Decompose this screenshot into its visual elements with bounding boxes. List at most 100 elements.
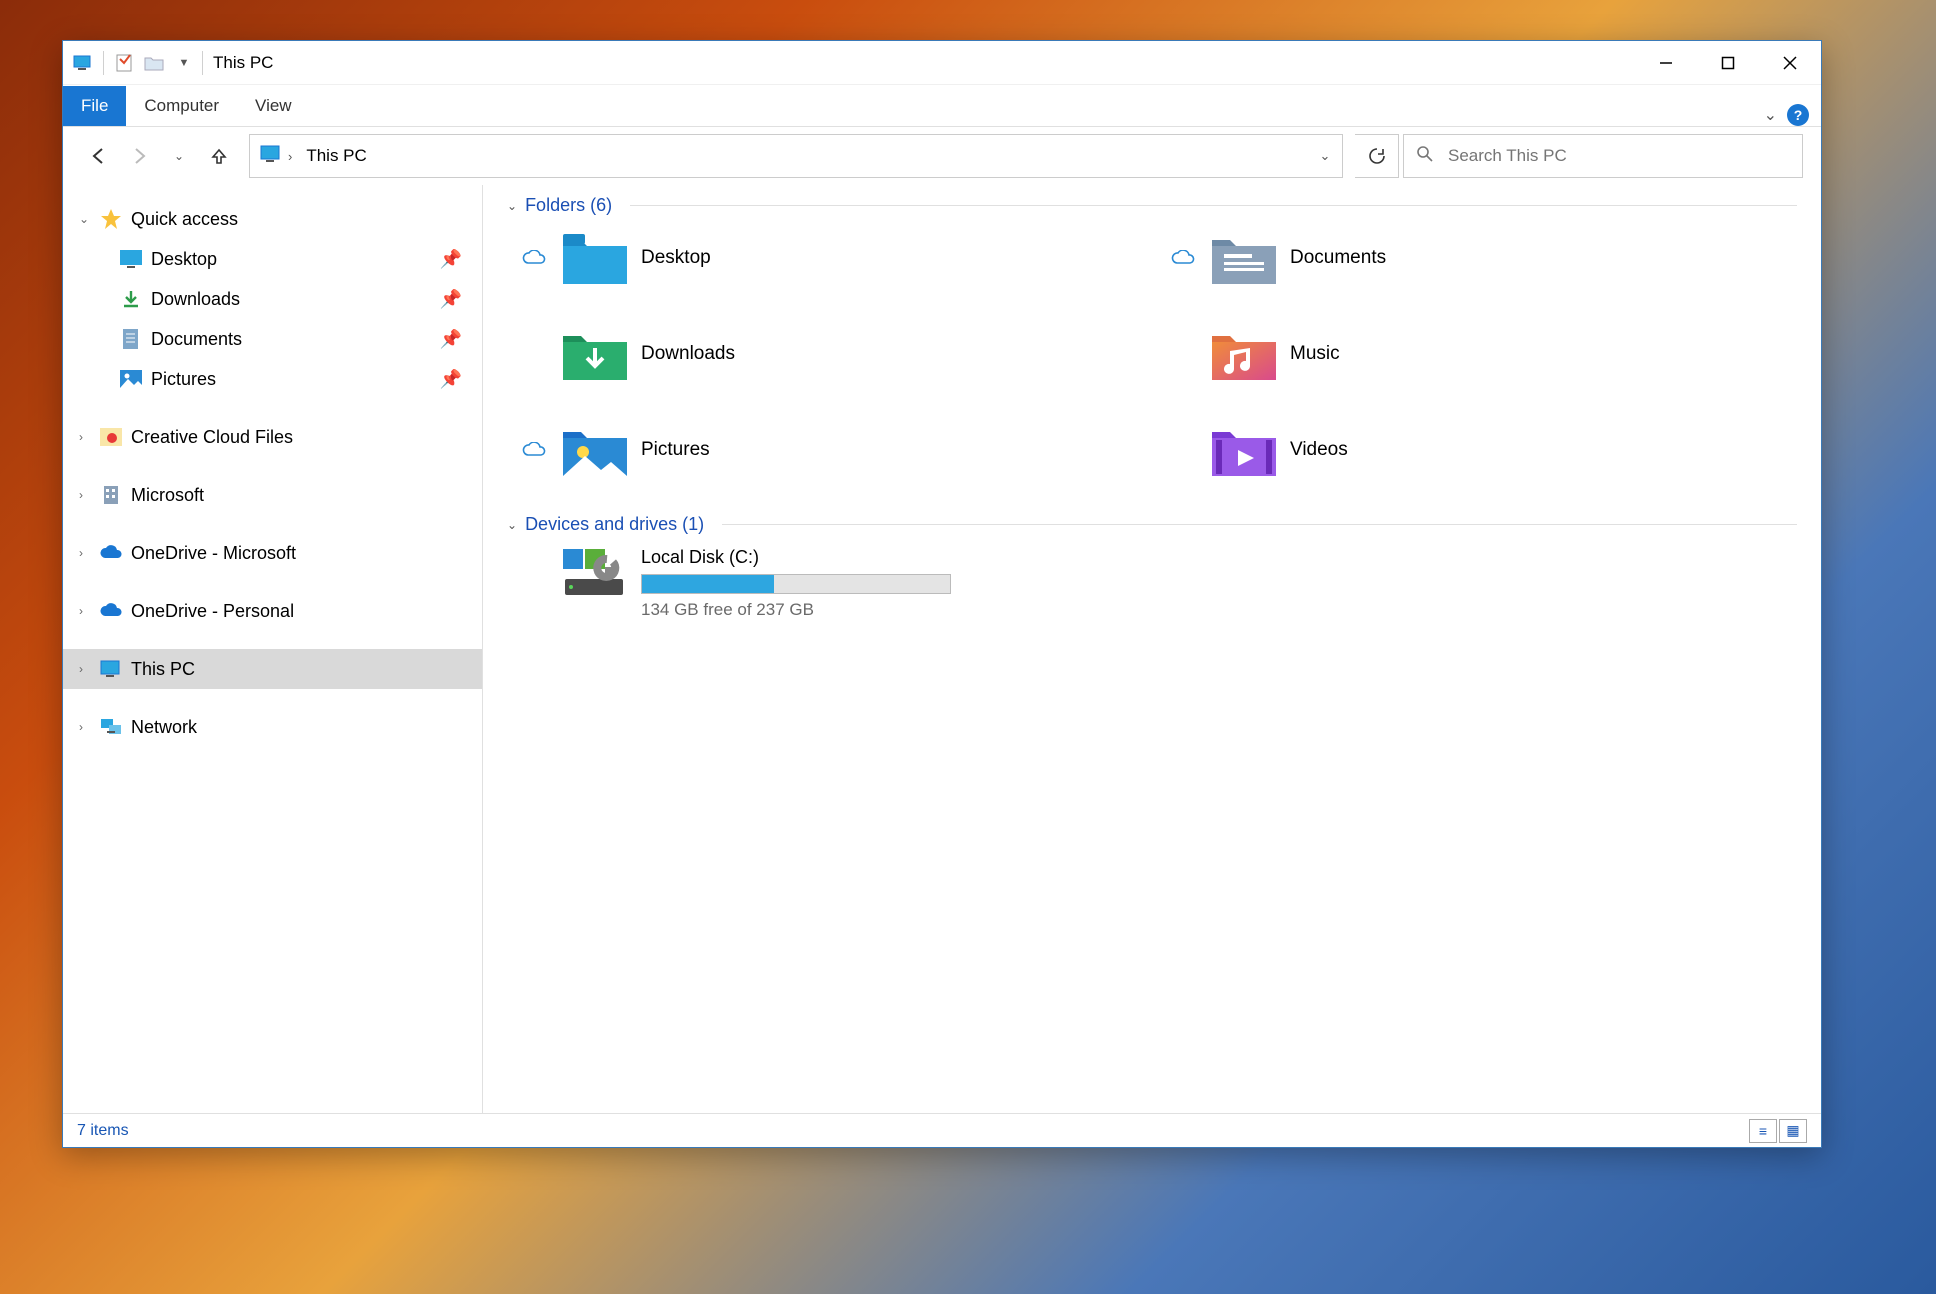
nav-bar: ⌄ › This PC ⌄ [63,127,1821,185]
pin-icon[interactable]: 📌 [440,289,462,310]
desktop-icon [119,247,143,271]
folder-label: Downloads [641,343,735,365]
tree-label: Microsoft [131,485,204,506]
folder-label: Music [1290,343,1340,365]
tree-pictures[interactable]: Pictures 📌 [63,359,482,399]
chevron-down-icon[interactable]: ⌄ [507,518,517,532]
cloud-status-icon [519,442,549,458]
address-icon [260,145,282,168]
back-button[interactable] [81,138,117,174]
folder-desktop[interactable]: Desktop [519,228,1148,288]
app-icon [69,49,97,77]
view-switcher: ≡ ▦ [1749,1119,1807,1143]
status-item-count: 7 items [77,1122,129,1140]
tree-label: Creative Cloud Files [131,427,293,448]
drive-icon [561,547,627,599]
folder-downloads[interactable]: Downloads [519,324,1148,384]
pin-icon[interactable]: 📌 [440,369,462,390]
forward-button[interactable] [121,138,157,174]
up-button[interactable] [201,138,237,174]
folder-documents[interactable]: Documents [1168,228,1797,288]
maximize-button[interactable] [1697,41,1759,85]
address-dropdown-icon[interactable]: ⌄ [1308,135,1342,177]
tree-documents[interactable]: Documents 📌 [63,319,482,359]
recent-locations-button[interactable]: ⌄ [161,138,197,174]
this-pc-icon [99,657,123,681]
building-icon [99,483,123,507]
pin-icon[interactable]: 📌 [440,329,462,350]
group-title: Folders (6) [525,195,612,216]
refresh-button[interactable] [1355,134,1399,178]
caret-right-icon[interactable]: › [79,720,95,734]
cloud-icon [99,599,123,623]
tree-label: Documents [151,329,242,350]
folder-label: Desktop [641,247,711,269]
breadcrumb-separator-icon[interactable]: › [288,149,292,164]
ribbon-right: ⌄ ? [1764,104,1821,126]
address-text[interactable]: This PC [306,146,366,166]
folder-label: Documents [1290,247,1386,269]
separator [202,51,203,75]
pin-icon[interactable]: 📌 [440,249,462,270]
details-view-button[interactable]: ≡ [1749,1119,1777,1143]
network-icon [99,715,123,739]
downloads-folder-icon [561,326,629,382]
tree-onedrive-microsoft[interactable]: › OneDrive - Microsoft [63,533,482,573]
tab-view[interactable]: View [237,86,310,126]
tree-label: Desktop [151,249,217,270]
large-icons-view-button[interactable]: ▦ [1779,1119,1807,1143]
new-folder-icon[interactable] [140,49,168,77]
folder-videos[interactable]: Videos [1168,420,1797,480]
tree-downloads[interactable]: Downloads 📌 [63,279,482,319]
body: ⌄ Quick access Desktop 📌 Downloads 📌 Doc… [63,185,1821,1113]
tree-this-pc[interactable]: › This PC [63,649,482,689]
document-icon [119,327,143,351]
pictures-folder-icon [561,422,629,478]
separator [630,205,1797,206]
file-explorer-window: ▼ This PC File Computer View ⌄ ? ⌄ › Thi… [62,40,1822,1148]
group-devices-header[interactable]: ⌄ Devices and drives (1) [507,514,1797,535]
tree-creative-cloud[interactable]: › Creative Cloud Files [63,417,482,457]
tree-quick-access[interactable]: ⌄ Quick access [63,199,482,239]
properties-icon[interactable] [110,49,138,77]
tree-network[interactable]: › Network [63,707,482,747]
drive-local-c[interactable]: Local Disk (C:) 134 GB free of 237 GB [561,547,1797,620]
search-box[interactable] [1403,134,1803,178]
download-icon [119,287,143,311]
tree-label: Network [131,717,197,738]
navigation-pane: ⌄ Quick access Desktop 📌 Downloads 📌 Doc… [63,185,483,1113]
drive-usage-bar [641,574,951,594]
caret-right-icon[interactable]: › [79,604,95,618]
star-icon [99,207,123,231]
chevron-down-icon[interactable]: ⌄ [507,199,517,213]
tree-onedrive-personal[interactable]: › OneDrive - Personal [63,591,482,631]
close-button[interactable] [1759,41,1821,85]
tree-label: OneDrive - Personal [131,601,294,622]
tree-label: Downloads [151,289,240,310]
address-bar[interactable]: › This PC ⌄ [249,134,1343,178]
tab-computer[interactable]: Computer [126,86,237,126]
tab-file[interactable]: File [63,86,126,126]
group-folders-header[interactable]: ⌄ Folders (6) [507,195,1797,216]
search-input[interactable] [1448,146,1790,166]
drive-free-text: 134 GB free of 237 GB [641,600,951,620]
caret-right-icon[interactable]: › [79,546,95,560]
caret-down-icon[interactable]: ⌄ [79,212,95,226]
caret-right-icon[interactable]: › [79,430,95,444]
folder-pictures[interactable]: Pictures [519,420,1148,480]
drive-name: Local Disk (C:) [641,547,951,568]
cloud-icon [99,541,123,565]
ribbon-expand-icon[interactable]: ⌄ [1764,105,1777,125]
qat-customize-icon[interactable]: ▼ [170,49,198,77]
help-icon[interactable]: ? [1787,104,1809,126]
folder-music[interactable]: Music [1168,324,1797,384]
separator [103,51,104,75]
tree-desktop[interactable]: Desktop 📌 [63,239,482,279]
title-bar: ▼ This PC [63,41,1821,85]
content-pane: ⌄ Folders (6) Desktop Documents [483,185,1821,1113]
caret-right-icon[interactable]: › [79,488,95,502]
tree-microsoft[interactable]: › Microsoft [63,475,482,515]
folder-label: Pictures [641,439,710,461]
caret-right-icon[interactable]: › [79,662,95,676]
minimize-button[interactable] [1635,41,1697,85]
